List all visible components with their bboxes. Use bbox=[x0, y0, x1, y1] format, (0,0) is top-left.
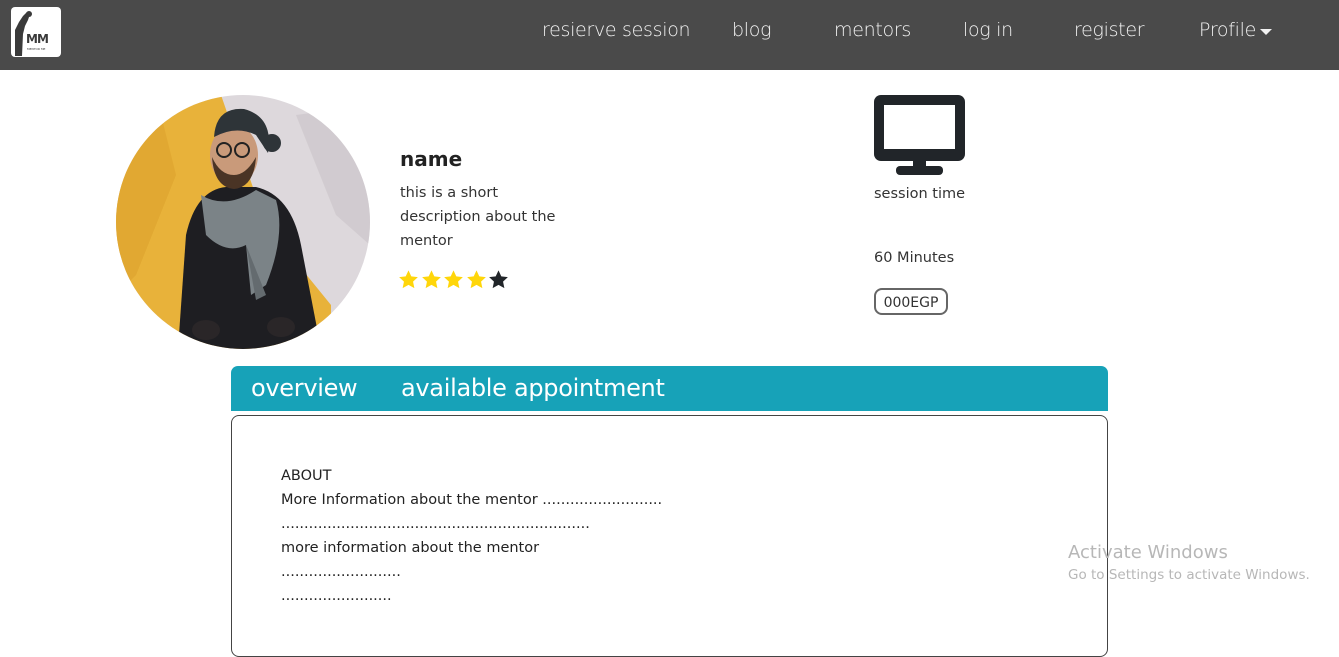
about-line: ........................................… bbox=[281, 516, 590, 532]
navbar: MM MENTOR ME resierve session blog mento… bbox=[0, 0, 1339, 70]
star-empty-icon bbox=[489, 270, 508, 289]
mentor-description: this is a short description about the me… bbox=[400, 185, 556, 249]
price-button[interactable]: 000EGP bbox=[874, 288, 948, 315]
chevron-down-icon[interactable] bbox=[1260, 29, 1272, 35]
mentor-avatar bbox=[116, 95, 370, 349]
tab-overview[interactable]: overview bbox=[251, 374, 358, 402]
nav-reserve-session[interactable]: resierve session bbox=[542, 19, 691, 41]
logo-text: MM bbox=[26, 32, 49, 46]
tab-bar: overview available appointment bbox=[231, 366, 1108, 411]
monitor-icon bbox=[874, 95, 965, 175]
activation-watermark-title: Activate Windows bbox=[1068, 542, 1228, 563]
overview-panel: ABOUT More Information about the mentor … bbox=[231, 415, 1108, 657]
logo[interactable]: MM MENTOR ME bbox=[11, 7, 61, 57]
nav-login[interactable]: log in bbox=[963, 19, 1013, 41]
about-line: .......................... bbox=[281, 564, 401, 580]
logo-subtext: MENTOR ME bbox=[27, 47, 46, 51]
nav-mentors[interactable]: mentors bbox=[834, 19, 911, 41]
activation-watermark-subtitle: Go to Settings to activate Windows. bbox=[1068, 567, 1310, 583]
nav-blog[interactable]: blog bbox=[732, 19, 771, 41]
session-time-label: session time bbox=[874, 186, 966, 202]
nav-profile-dropdown[interactable]: Profile bbox=[1199, 19, 1256, 41]
tab-available-appointment[interactable]: available appointment bbox=[401, 374, 665, 402]
star-filled-icon bbox=[422, 270, 441, 289]
mentor-name: name bbox=[400, 147, 463, 171]
star-filled-icon bbox=[444, 270, 463, 289]
about-line: ........................ bbox=[281, 588, 392, 604]
star-filled-icon bbox=[467, 270, 486, 289]
about-line: More Information about the mentor ......… bbox=[281, 492, 663, 508]
about-line: more information about the mentor bbox=[281, 540, 540, 556]
session-duration: 60 Minutes bbox=[874, 250, 955, 266]
nav-register[interactable]: register bbox=[1074, 19, 1145, 41]
star-filled-icon bbox=[399, 270, 418, 289]
about-heading: ABOUT bbox=[281, 468, 332, 484]
